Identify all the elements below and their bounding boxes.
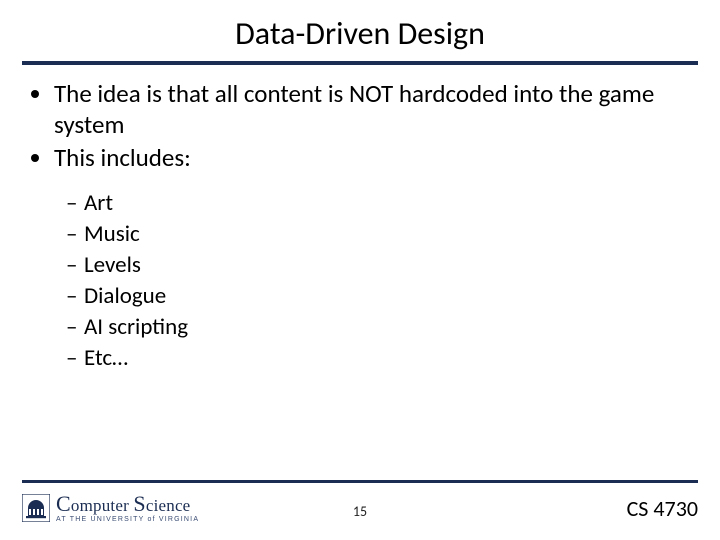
bullet-list: The idea is that all content is NOT hard… (30, 79, 690, 174)
page-number: 15 (353, 503, 367, 520)
bullet-item: This includes: (54, 143, 690, 174)
logo-primary-text: Computer Science (56, 493, 199, 515)
rotunda-icon (22, 494, 50, 522)
subbullet-item: Dialogue (66, 281, 690, 312)
subbullet-item: Art (66, 188, 690, 219)
course-code: CS 4730 (627, 495, 698, 522)
slide-content: The idea is that all content is NOT hard… (0, 65, 720, 374)
subbullet-list: Art Music Levels Dialogue AI scripting E… (30, 188, 690, 374)
slide-title: Data-Driven Design (0, 0, 720, 61)
subbullet-item: Music (66, 219, 690, 250)
slide-footer: Computer Science AT THE UNIVERSITY of VI… (0, 480, 720, 540)
subbullet-item: AI scripting (66, 312, 690, 343)
logo-secondary-text: AT THE UNIVERSITY of VIRGINIA (56, 516, 199, 523)
subbullet-item: Levels (66, 250, 690, 281)
department-logo: Computer Science AT THE UNIVERSITY of VI… (22, 493, 199, 523)
bullet-item: The idea is that all content is NOT hard… (54, 79, 690, 140)
subbullet-item: Etc… (66, 343, 690, 374)
